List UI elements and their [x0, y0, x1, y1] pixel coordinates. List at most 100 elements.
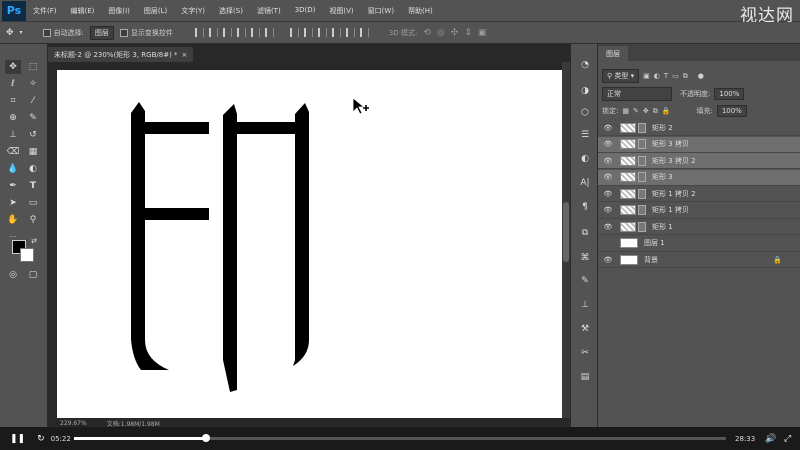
- 3d-scale-icon[interactable]: ▣: [478, 28, 487, 38]
- properties-panel-icon[interactable]: ☰: [577, 128, 593, 142]
- menu-item[interactable]: 图像(I): [101, 6, 137, 16]
- 3d-rotate-icon[interactable]: ⟲: [423, 28, 431, 38]
- visibility-eye-icon[interactable]: 👁: [602, 256, 614, 264]
- crop-tool-icon[interactable]: ⌗: [5, 94, 21, 108]
- distribute-bottom-icon[interactable]: [317, 28, 327, 37]
- zoom-tool-icon[interactable]: ⚲: [25, 213, 41, 227]
- move-tool-icon[interactable]: ✥: [6, 28, 14, 38]
- align-bottom-icon[interactable]: [222, 28, 232, 37]
- lock-position-icon[interactable]: ✥: [643, 107, 649, 115]
- tool-presets-icon[interactable]: ⚒: [577, 322, 593, 336]
- gradient-tool-icon[interactable]: ▦: [25, 145, 41, 159]
- magic-wand-icon[interactable]: ✧: [25, 77, 41, 91]
- distribute-vcenter-icon[interactable]: [303, 28, 313, 37]
- distribute-top-icon[interactable]: [289, 28, 299, 37]
- blur-tool-icon[interactable]: 💧: [5, 162, 21, 176]
- layer-row[interactable]: 👁 矩形 2: [598, 120, 800, 136]
- layer-row[interactable]: 👁 矩形 3 拷贝 2: [598, 153, 800, 169]
- history-panel-icon[interactable]: ◔: [577, 58, 593, 72]
- menu-item[interactable]: 帮助(H): [401, 6, 440, 16]
- fullscreen-icon[interactable]: ⤢: [784, 434, 791, 444]
- lock-pixels-icon[interactable]: ✎: [633, 107, 639, 115]
- visibility-eye-icon[interactable]: 👁: [602, 157, 614, 165]
- dropdown-arrow-icon[interactable]: ▾: [20, 29, 23, 36]
- healing-brush-icon[interactable]: ⊕: [5, 111, 21, 125]
- menu-item[interactable]: 编辑(E): [64, 6, 102, 16]
- menu-item[interactable]: 3D(D): [288, 6, 323, 16]
- paths-panel-icon[interactable]: ⌘: [577, 251, 593, 265]
- timeline-panel-icon[interactable]: ▤: [577, 370, 593, 384]
- menu-item[interactable]: 文字(Y): [174, 6, 212, 16]
- filter-adjust-icon[interactable]: ◐: [654, 72, 660, 80]
- lock-transparent-icon[interactable]: ▦: [622, 107, 629, 115]
- align-left-icon[interactable]: [236, 28, 246, 37]
- 3d-panel-icon[interactable]: ⬡: [577, 106, 593, 120]
- replay-icon[interactable]: ↻: [37, 434, 45, 444]
- filter-smart-icon[interactable]: ⧉: [683, 72, 688, 81]
- menu-item[interactable]: 文件(F): [26, 6, 64, 16]
- path-selection-icon[interactable]: ➤: [5, 196, 21, 210]
- paragraph-panel-icon[interactable]: ¶: [577, 200, 593, 214]
- lock-all-icon[interactable]: 🔒: [662, 107, 671, 115]
- layer-row[interactable]: 👁 背景 🔒: [598, 252, 800, 268]
- clone-source-icon[interactable]: ⊥: [577, 298, 593, 312]
- color-panel-icon[interactable]: ◑: [577, 84, 593, 98]
- filter-toggle-icon[interactable]: ●: [698, 72, 704, 80]
- pen-tool-icon[interactable]: ✒: [5, 179, 21, 193]
- hand-tool-icon[interactable]: ✋: [5, 213, 21, 227]
- channels-panel-icon[interactable]: ⧉: [577, 226, 593, 240]
- filter-shape-icon[interactable]: ▭: [672, 72, 679, 80]
- layer-row[interactable]: 👁 矩形 1: [598, 219, 800, 235]
- volume-icon[interactable]: 🔊: [765, 434, 776, 444]
- menu-item[interactable]: 窗口(W): [361, 6, 401, 16]
- document-canvas[interactable]: [57, 70, 563, 422]
- menu-item[interactable]: 视图(V): [322, 6, 360, 16]
- lock-artboard-icon[interactable]: ⧉: [653, 107, 658, 116]
- screen-mode-icon[interactable]: ▢: [25, 268, 41, 282]
- visibility-eye-icon[interactable]: 👁: [602, 124, 614, 132]
- move-tool-icon[interactable]: ✥: [5, 60, 21, 74]
- 3d-slide-icon[interactable]: ⇕: [464, 28, 472, 38]
- layer-row[interactable]: 👁 矩形 3 拷贝: [598, 136, 800, 153]
- visibility-eye-icon[interactable]: 👁: [602, 173, 614, 181]
- menu-item[interactable]: 滤镜(T): [250, 6, 288, 16]
- character-panel-icon[interactable]: A|: [577, 176, 593, 190]
- 3d-roll-icon[interactable]: ◎: [437, 28, 445, 38]
- close-tab-icon[interactable]: ×: [182, 51, 188, 59]
- background-color-swatch[interactable]: [20, 248, 34, 262]
- lasso-tool-icon[interactable]: ℓ: [5, 77, 21, 91]
- distribute-hcenter-icon[interactable]: [345, 28, 355, 37]
- layer-row[interactable]: 图层 1: [598, 236, 800, 252]
- canvas-area[interactable]: [48, 62, 570, 422]
- zoom-readout[interactable]: 229.67%: [60, 420, 87, 427]
- scrollbar-thumb[interactable]: [563, 202, 569, 262]
- eraser-tool-icon[interactable]: ⌫: [5, 145, 21, 159]
- rectangle-tool-icon[interactable]: ▭: [25, 196, 41, 210]
- fill-field[interactable]: 100%: [716, 105, 747, 117]
- eyedropper-icon[interactable]: ⁄: [25, 94, 41, 108]
- align-right-icon[interactable]: [264, 28, 274, 37]
- menu-item[interactable]: 图层(L): [137, 6, 174, 16]
- actions-panel-icon[interactable]: ✂: [577, 346, 593, 360]
- adjustments-panel-icon[interactable]: ◐: [577, 152, 593, 166]
- menu-item[interactable]: 选择(S): [212, 6, 250, 16]
- align-top-icon[interactable]: [194, 28, 204, 37]
- swap-colors-icon[interactable]: ⇄: [26, 234, 42, 248]
- show-transform-checkbox[interactable]: 显示变换控件: [119, 28, 173, 38]
- layer-filter-dropdown[interactable]: ⚲ 类型 ▾: [602, 69, 640, 83]
- brush-tool-icon[interactable]: ✎: [25, 111, 41, 125]
- document-tab[interactable]: 未标题-2 @ 230%(矩形 3, RGB/8#) * ×: [48, 47, 194, 62]
- distribute-left-icon[interactable]: [331, 28, 341, 37]
- filter-type-icon[interactable]: T: [664, 72, 668, 80]
- marquee-tool-icon[interactable]: ⬚: [25, 60, 41, 74]
- quick-mask-icon[interactable]: ◎: [5, 268, 21, 282]
- visibility-eye-icon[interactable]: 👁: [602, 223, 614, 231]
- dodge-tool-icon[interactable]: ◐: [25, 162, 41, 176]
- clone-stamp-icon[interactable]: ⊥: [5, 128, 21, 142]
- filter-pixel-icon[interactable]: ▣: [643, 72, 650, 80]
- pause-icon[interactable]: ❚❚: [10, 434, 25, 444]
- blend-mode-dropdown[interactable]: 正常: [602, 87, 672, 101]
- brush-panel-icon[interactable]: ✎: [577, 274, 593, 288]
- auto-select-dropdown[interactable]: 图层: [89, 25, 114, 40]
- align-hcenter-icon[interactable]: [250, 28, 260, 37]
